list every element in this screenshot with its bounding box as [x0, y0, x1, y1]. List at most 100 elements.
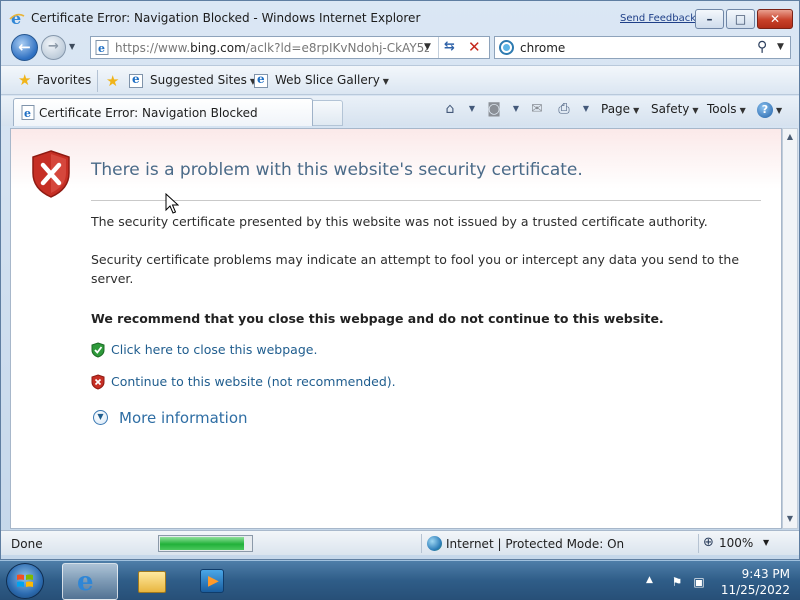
- scroll-up-arrow-icon[interactable]: ▲: [783, 132, 797, 141]
- browser-window: e Certificate Error: Navigation Blocked …: [0, 0, 800, 560]
- chevron-down-icon: ▼: [763, 538, 770, 547]
- taskbar: e ▶ ▲ ⚑ ▣ 9:43 PM 11/25/2022: [0, 560, 800, 600]
- forward-arrow-icon: →: [48, 39, 59, 54]
- svg-text:e: e: [98, 42, 105, 55]
- back-arrow-icon: ←: [18, 38, 31, 56]
- expand-chevron-icon: ▼: [93, 410, 108, 425]
- print-icon[interactable]: ⎙: [555, 100, 573, 118]
- send-feedback-link[interactable]: Send Feedback: [620, 13, 696, 24]
- zoom-magnifier-icon: ⊕: [703, 535, 714, 550]
- system-tray: ▲ ⚑ ▣ 9:43 PM 11/25/2022: [640, 564, 800, 598]
- clock-date[interactable]: 11/25/2022: [710, 583, 790, 597]
- address-separator: [438, 37, 439, 58]
- continue-to-website-label: Continue to this website (not recommende…: [111, 374, 396, 389]
- rss-feed-icon[interactable]: ◙: [485, 100, 503, 118]
- error-shield-icon: [32, 150, 70, 198]
- red-shield-x-icon: [91, 374, 105, 390]
- chevron-down-icon[interactable]: ▼: [463, 100, 481, 118]
- page-icon: e: [95, 40, 109, 55]
- network-icon[interactable]: ▣: [692, 575, 706, 589]
- close-window-button[interactable]: ✕: [757, 9, 793, 29]
- page-title: There is a problem with this website's s…: [91, 160, 583, 180]
- chevron-down-icon[interactable]: ▼: [507, 100, 525, 118]
- address-bar[interactable]: e https://www.bing.com/aclk?ld=e8rpIKvNd…: [90, 36, 490, 59]
- vertical-scrollbar[interactable]: ▲ ▼: [782, 128, 798, 529]
- refresh-icon[interactable]: ⇆: [444, 39, 455, 54]
- show-hidden-icons-icon[interactable]: ▲: [646, 575, 653, 585]
- search-icon[interactable]: ⚲: [757, 39, 767, 55]
- bing-search-provider-icon: [499, 40, 514, 55]
- security-zone-label: Internet | Protected Mode: On: [446, 537, 625, 551]
- search-box[interactable]: chrome ⚲ ▼: [494, 36, 791, 59]
- chevron-down-icon[interactable]: ▼: [577, 100, 595, 118]
- taskbar-internet-explorer[interactable]: e: [62, 563, 118, 600]
- stop-icon[interactable]: ✕: [468, 38, 481, 56]
- status-separator: [698, 534, 699, 553]
- page-menu[interactable]: Page ▼: [601, 102, 639, 116]
- chevron-down-icon: ▼: [382, 77, 389, 86]
- minimize-button[interactable]: –: [695, 9, 724, 29]
- tab-label: Certificate Error: Navigation Blocked: [39, 106, 258, 120]
- new-tab-button[interactable]: [313, 100, 343, 126]
- maximize-icon: □: [734, 12, 747, 26]
- svg-text:e: e: [24, 107, 31, 120]
- security-warning-text: Security certificate problems may indica…: [91, 252, 740, 286]
- maximize-button[interactable]: □: [726, 9, 755, 29]
- tools-menu[interactable]: Tools ▼: [707, 102, 746, 116]
- zoom-level-label: 100%: [719, 536, 754, 550]
- page-load-progress-bar: [158, 535, 253, 552]
- suggested-sites-label: Suggested Sites: [150, 73, 247, 87]
- window-title: Certificate Error: Navigation Blocked - …: [31, 11, 421, 25]
- recent-pages-dropdown[interactable]: ▼: [69, 42, 75, 51]
- status-bar: Done Internet | Protected Mode: On ⊕ 100…: [1, 530, 799, 555]
- chevron-down-icon: ▼: [739, 106, 746, 115]
- help-icon: ?: [757, 102, 773, 118]
- clock-time[interactable]: 9:43 PM: [720, 567, 790, 581]
- recommendation-text: We recommend that you close this webpage…: [91, 311, 664, 326]
- safety-menu[interactable]: Safety ▼: [651, 102, 699, 116]
- minimize-icon: –: [706, 12, 713, 26]
- chevron-down-icon: ▼: [692, 106, 699, 115]
- suggested-sites-button[interactable]: Suggested Sites▼: [129, 72, 256, 88]
- taskbar-media-player[interactable]: ▶: [182, 563, 238, 600]
- search-options-dropdown-icon[interactable]: ▼: [777, 42, 784, 52]
- page-content: There is a problem with this website's s…: [10, 128, 782, 529]
- progress-fill: [160, 537, 244, 550]
- status-text: Done: [11, 537, 43, 551]
- media-player-icon: ▶: [200, 569, 224, 593]
- help-menu[interactable]: ? ▼: [757, 102, 782, 118]
- chevron-down-icon: ▼: [633, 106, 640, 115]
- forward-button[interactable]: →: [41, 35, 66, 60]
- svg-text:e: e: [11, 10, 21, 26]
- favorites-separator: [97, 70, 98, 92]
- mouse-pointer-icon: [165, 193, 179, 214]
- web-slice-gallery-label: Web Slice Gallery: [275, 73, 380, 87]
- favorites-bar: ★ Favorites ★ Suggested Sites▼ Web Slice…: [1, 65, 799, 95]
- add-to-favorites-bar-icon[interactable]: ★: [106, 74, 119, 89]
- search-input[interactable]: chrome: [520, 41, 565, 55]
- certificate-issue-text: The security certificate presented by th…: [91, 214, 708, 229]
- scroll-down-arrow-icon[interactable]: ▼: [783, 514, 797, 523]
- green-shield-check-icon: [91, 342, 105, 358]
- web-slice-gallery-button[interactable]: Web Slice Gallery▼: [254, 72, 389, 88]
- close-webpage-label: Click here to close this webpage.: [111, 342, 318, 357]
- favorites-star-icon: ★: [18, 71, 32, 89]
- url-text[interactable]: https://www.bing.com/aclk?ld=e8rpIKvNdoh…: [115, 41, 429, 55]
- favorites-label: Favorites: [37, 73, 92, 87]
- suggested-sites-icon: [129, 72, 143, 88]
- taskbar-windows-explorer[interactable]: [122, 563, 178, 600]
- tab-certificate-error[interactable]: e Certificate Error: Navigation Blocked: [13, 98, 313, 126]
- address-dropdown-icon[interactable]: ▼: [424, 42, 431, 52]
- back-button[interactable]: ←: [11, 34, 38, 61]
- home-icon[interactable]: ⌂: [441, 100, 459, 118]
- start-button[interactable]: [6, 563, 44, 599]
- safety-menu-label: Safety: [651, 102, 690, 116]
- action-center-flag-icon[interactable]: ⚑: [670, 575, 684, 589]
- folder-icon: [138, 571, 166, 593]
- page-icon: e: [21, 105, 35, 120]
- favorites-button[interactable]: ★ Favorites: [13, 70, 97, 92]
- title-bar: e Certificate Error: Navigation Blocked …: [1, 1, 799, 35]
- tab-bar: e Certificate Error: Navigation Blocked …: [1, 96, 799, 126]
- read-mail-icon[interactable]: ✉: [528, 100, 546, 118]
- more-information-label: More information: [119, 409, 248, 427]
